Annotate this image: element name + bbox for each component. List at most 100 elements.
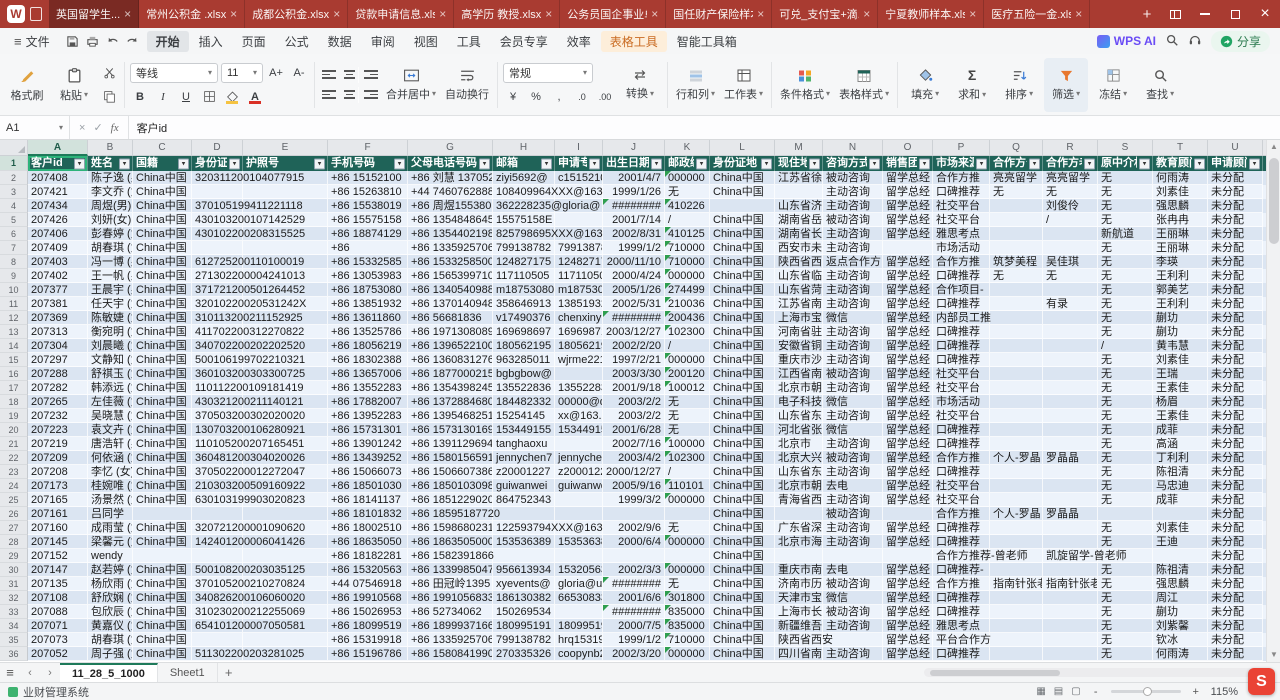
filter-button[interactable]: ▾ xyxy=(696,158,707,169)
cell[interactable]: 未分配 xyxy=(1208,227,1263,241)
cell[interactable]: 000000 xyxy=(665,171,710,185)
cell[interactable]: 赵若婷 (女 xyxy=(88,563,133,577)
column-header[interactable]: N xyxy=(823,140,883,156)
cell[interactable]: 无 xyxy=(1098,619,1153,633)
cell[interactable]: +86 18501030 xyxy=(328,479,408,493)
cell[interactable] xyxy=(1043,479,1098,493)
row-number[interactable]: 25 xyxy=(0,493,28,507)
cell[interactable] xyxy=(133,507,192,521)
cell[interactable]: 留学总经 xyxy=(883,199,933,213)
cell[interactable]: 2003/2/2 xyxy=(603,395,665,409)
cell[interactable]: 成菲 xyxy=(1153,423,1208,437)
row-number[interactable]: 35 xyxy=(0,633,28,647)
cell[interactable]: 未分配 xyxy=(1208,171,1263,185)
menu-item-工具[interactable]: 工具 xyxy=(448,31,490,52)
cell[interactable]: 主动咨询 xyxy=(823,647,883,661)
row-number[interactable]: 22 xyxy=(0,451,28,465)
cell[interactable] xyxy=(1043,409,1098,423)
cell[interactable]: 665308331 xyxy=(555,591,603,605)
cell[interactable]: +86 1370140948 xyxy=(408,297,493,311)
cell[interactable]: +86 13552283 xyxy=(328,381,408,395)
cell[interactable]: 360481200304020026 xyxy=(192,451,243,465)
cell[interactable] xyxy=(990,647,1043,661)
cell[interactable]: 无 xyxy=(1098,535,1153,549)
row-number[interactable]: 8 xyxy=(0,255,28,269)
cell[interactable]: / xyxy=(1043,213,1098,227)
cell[interactable]: 留学总经 xyxy=(883,437,933,451)
document-tab[interactable]: 可兑_支付宝+滴...× xyxy=(772,0,878,28)
cell[interactable] xyxy=(1043,633,1098,647)
cell[interactable]: 亮亮留学 xyxy=(1043,171,1098,185)
cell[interactable]: 留学总经 xyxy=(883,521,933,535)
wps-logo[interactable]: W xyxy=(7,5,25,23)
cell[interactable]: 无 xyxy=(1098,241,1153,255)
cell[interactable]: 无 xyxy=(1098,563,1153,577)
cell[interactable]: 湖南省长沙 xyxy=(775,227,823,241)
table-style-button[interactable]: 表格样式▾ xyxy=(836,58,892,112)
cell[interactable]: China中国 xyxy=(133,311,192,325)
cell[interactable]: 留学总经 xyxy=(883,395,933,409)
document-tab[interactable]: 公务员国企事业单...× xyxy=(560,0,666,28)
cell[interactable]: 未分配 xyxy=(1208,213,1263,227)
cell[interactable]: China中国 xyxy=(133,213,192,227)
cell[interactable]: 雅思考点 xyxy=(933,227,990,241)
cell[interactable]: 135522836 xyxy=(493,381,555,395)
cell[interactable]: 吴晓慧 (女 xyxy=(88,409,133,423)
cell[interactable]: China中国 xyxy=(710,255,775,269)
cell[interactable]: 207173 xyxy=(28,479,88,493)
cell[interactable]: 吴佳琪 xyxy=(1043,255,1098,269)
cell[interactable]: 207408 xyxy=(28,171,88,185)
cell[interactable]: 2000/11/10 xyxy=(603,255,665,269)
cell[interactable]: 返点合作方 xyxy=(823,255,883,269)
cell[interactable]: 153449155 xyxy=(555,423,603,437)
cell[interactable]: 未分配 xyxy=(1208,479,1263,493)
cell[interactable]: 207232 xyxy=(28,409,88,423)
cell[interactable] xyxy=(990,619,1043,633)
decrease-decimal-button[interactable]: .00 xyxy=(595,87,615,107)
header-cell[interactable]: 现住地址▾ xyxy=(775,156,823,171)
minimize-button[interactable] xyxy=(1190,0,1220,28)
cell[interactable]: 未分配 xyxy=(1208,185,1263,199)
cell[interactable]: 留学总经 xyxy=(883,479,933,493)
cell[interactable]: +86 1877000215 xyxy=(408,367,493,381)
cell[interactable]: 124827175@ xyxy=(555,255,603,269)
cell[interactable]: 000000 xyxy=(665,647,710,661)
cell[interactable]: 13851932E xyxy=(555,297,603,311)
cell[interactable]: 被动咨询 xyxy=(823,451,883,465)
cell[interactable]: 口碑推荐 xyxy=(933,269,990,283)
cell[interactable]: +86 15152100 xyxy=(328,171,408,185)
sheet-tab[interactable]: Sheet1 xyxy=(158,663,218,682)
cell[interactable]: +86 1598680231 xyxy=(408,521,493,535)
cell[interactable]: +86 13548486455 xyxy=(408,213,493,227)
cell[interactable]: China中国 xyxy=(133,171,192,185)
cell[interactable]: China中国 xyxy=(710,633,775,647)
cell[interactable] xyxy=(990,423,1043,437)
cell[interactable]: 2003/12/27 xyxy=(603,325,665,339)
cell[interactable]: 陈敏婕 (女 xyxy=(88,311,133,325)
cell[interactable]: 340702200202202520 xyxy=(192,339,243,353)
cell[interactable]: 00000@qq xyxy=(555,395,603,409)
cell[interactable] xyxy=(192,549,243,563)
cell[interactable]: 留学总经 xyxy=(883,647,933,661)
cell[interactable]: +86 1863505000 xyxy=(408,535,493,549)
cell[interactable]: 个人-罗晶 xyxy=(990,507,1043,521)
column-header[interactable]: M xyxy=(775,140,823,156)
row-number[interactable]: 13 xyxy=(0,325,28,339)
cell[interactable]: +44 07546918 xyxy=(328,577,408,591)
cell[interactable]: 15254145 xyxy=(493,409,555,423)
cell[interactable]: 山东省临沂 xyxy=(775,269,823,283)
cell[interactable] xyxy=(555,549,603,563)
cell[interactable]: 207152 xyxy=(28,549,88,563)
cell[interactable]: 未分配 xyxy=(1208,353,1263,367)
cell[interactable]: 留学总经 xyxy=(883,255,933,269)
cell[interactable]: 100012 xyxy=(665,381,710,395)
scroll-up-icon[interactable]: ▲ xyxy=(1267,140,1280,154)
cell[interactable]: 2000/6/4 xyxy=(603,535,665,549)
cell[interactable]: 710000 xyxy=(665,241,710,255)
cell[interactable]: +86 13657006 xyxy=(328,367,408,381)
cell[interactable]: 110112200109181419 xyxy=(192,381,243,395)
filter-button[interactable]: ▾ xyxy=(976,158,987,169)
cell[interactable] xyxy=(990,325,1043,339)
cell[interactable]: China中国 xyxy=(710,605,775,619)
cell[interactable] xyxy=(990,633,1043,647)
